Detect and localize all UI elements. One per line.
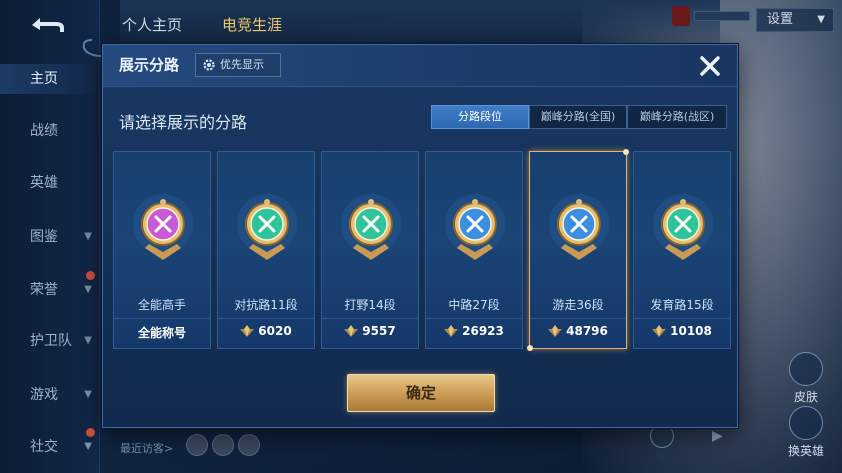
selected-corner-marker [527, 345, 533, 351]
priority-display-button[interactable]: 优先显示 [195, 53, 281, 77]
route-score-value: 26923 [462, 324, 504, 338]
route-rank-label: 游走36段 [552, 298, 604, 312]
left-nav: 主页 战绩 英雄 图鉴 ▼ 荣誉 ▼ 护卫队 ▼ 游戏 ▼ 社交 ▼ [0, 0, 100, 473]
route-score-value: 6020 [258, 324, 292, 338]
nav-item[interactable]: 英雄 [0, 168, 100, 198]
priority-display-label: 优先显示 [220, 58, 264, 71]
route-score: 26923 [426, 324, 522, 338]
route-score: 10108 [634, 324, 730, 338]
nav-item[interactable]: 护卫队 ▼ [0, 326, 100, 356]
divider [530, 318, 626, 319]
nav-item[interactable]: 主页 [0, 64, 100, 94]
nav-item-label: 游戏 [30, 387, 58, 403]
peak-points-icon [444, 325, 459, 337]
visitor-avatar[interactable] [212, 434, 234, 456]
roam-badge-icon [549, 194, 609, 260]
divider [634, 318, 730, 319]
visitor-avatar[interactable] [186, 434, 208, 456]
skin-icon [789, 352, 823, 386]
route-card[interactable]: 中路27段 26923 [425, 151, 523, 349]
tab-peak-region[interactable]: 巅峰分路(战区) [627, 105, 727, 129]
route-card[interactable]: 打野14段 9557 [321, 151, 419, 349]
skin-button[interactable]: 皮肤 [778, 352, 834, 405]
divider [322, 318, 418, 319]
route-score: 6020 [218, 324, 314, 338]
change-hero-icon [789, 406, 823, 440]
route-rank-label: 对抗路11段 [234, 298, 298, 312]
route-rank-label: 全能高手 [137, 298, 186, 312]
peak-points-icon [548, 325, 563, 337]
visitor-avatar[interactable] [238, 434, 260, 456]
farm-lane-badge-icon [653, 194, 713, 260]
clash-lane-badge-icon [237, 194, 297, 260]
divider [114, 318, 210, 319]
route-rank-label: 打野14段 [344, 298, 396, 312]
nav-item-label: 图鉴 [30, 229, 58, 245]
route-score-value: 全能称号 [137, 326, 186, 340]
nav-item[interactable]: 荣誉 ▼ [0, 275, 100, 305]
close-button[interactable] [695, 51, 725, 81]
notification-dot [86, 428, 95, 437]
nav-item-label: 社交 [30, 439, 58, 455]
change-hero-label: 换英雄 [787, 444, 824, 458]
nav-item[interactable]: 游戏 ▼ [0, 380, 100, 410]
divider [218, 318, 314, 319]
route-card[interactable]: 全能高手 全能称号 [113, 151, 211, 349]
divider [426, 318, 522, 319]
recent-visitors-link[interactable]: 最近访客> [120, 440, 173, 456]
confirm-button[interactable]: 确定 [347, 374, 495, 412]
chevron-down-icon: ▼ [84, 231, 92, 242]
route-score-value: 9557 [362, 324, 396, 338]
back-button[interactable] [26, 12, 70, 38]
peak-points-icon [652, 325, 667, 337]
route-rank-label: 发育路15段 [650, 298, 714, 312]
skin-label: 皮肤 [793, 390, 818, 404]
tab-route-rank[interactable]: 分路段位 [431, 105, 529, 129]
nav-item-label: 荣誉 [30, 282, 58, 298]
route-rank-label: 中路27段 [448, 298, 500, 312]
route-score-value: 10108 [670, 324, 712, 338]
close-icon [700, 56, 720, 76]
route-card[interactable]: 对抗路11段 6020 [217, 151, 315, 349]
notification-dot [86, 271, 95, 280]
jungle-badge-icon [341, 194, 401, 260]
back-arrow-icon [32, 18, 64, 32]
route-score-value: 48796 [566, 324, 608, 338]
peak-points-icon [240, 325, 255, 337]
gear-icon [203, 59, 215, 71]
route-card[interactable]: 发育路15段 10108 [633, 151, 731, 349]
nav-item-label: 战绩 [30, 123, 58, 139]
allround-badge-icon [133, 194, 193, 260]
change-hero-button[interactable]: 换英雄 [778, 406, 834, 459]
vip-indicator [672, 6, 752, 26]
nav-item[interactable]: 图鉴 ▼ [0, 222, 100, 252]
nav-item-label: 英雄 [30, 175, 58, 191]
peak-points-icon [344, 325, 359, 337]
nav-item[interactable]: 战绩 [0, 116, 100, 146]
nav-item-label: 主页 [30, 71, 58, 87]
route-card[interactable]: 游走36段 48796 [527, 149, 629, 351]
route-score: 48796 [530, 324, 626, 338]
settings-dropdown[interactable]: 设置 ▼ [756, 8, 834, 32]
nav-item-label: 护卫队 [30, 333, 72, 349]
settings-label: 设置 [767, 12, 794, 27]
route-display-modal: 展示分路 优先显示 请选择展示的分路 分路段位 巅峰分路(全国) 巅峰分路(战区… [102, 44, 738, 428]
modal-title: 展示分路 [119, 56, 180, 74]
route-score: 9557 [322, 324, 418, 338]
selected-corner-marker [623, 149, 629, 155]
modal-subtitle: 请选择展示的分路 [119, 113, 248, 132]
play-icon[interactable]: ▶ [712, 428, 723, 444]
nav-item[interactable]: 社交 ▼ [0, 432, 100, 462]
route-score: 全能称号 [114, 324, 210, 341]
tab-esports-career[interactable]: 电竞生涯 [222, 14, 282, 35]
chevron-down-icon: ▼ [84, 389, 92, 400]
chevron-down-icon: ▼ [817, 14, 825, 25]
chevron-down-icon: ▼ [84, 335, 92, 346]
tab-peak-national[interactable]: 巅峰分路(全国) [529, 105, 627, 129]
tab-personal-home[interactable]: 个人主页 [122, 14, 182, 35]
modal-header: 展示分路 优先显示 [103, 45, 737, 87]
mid-lane-badge-icon [445, 194, 505, 260]
